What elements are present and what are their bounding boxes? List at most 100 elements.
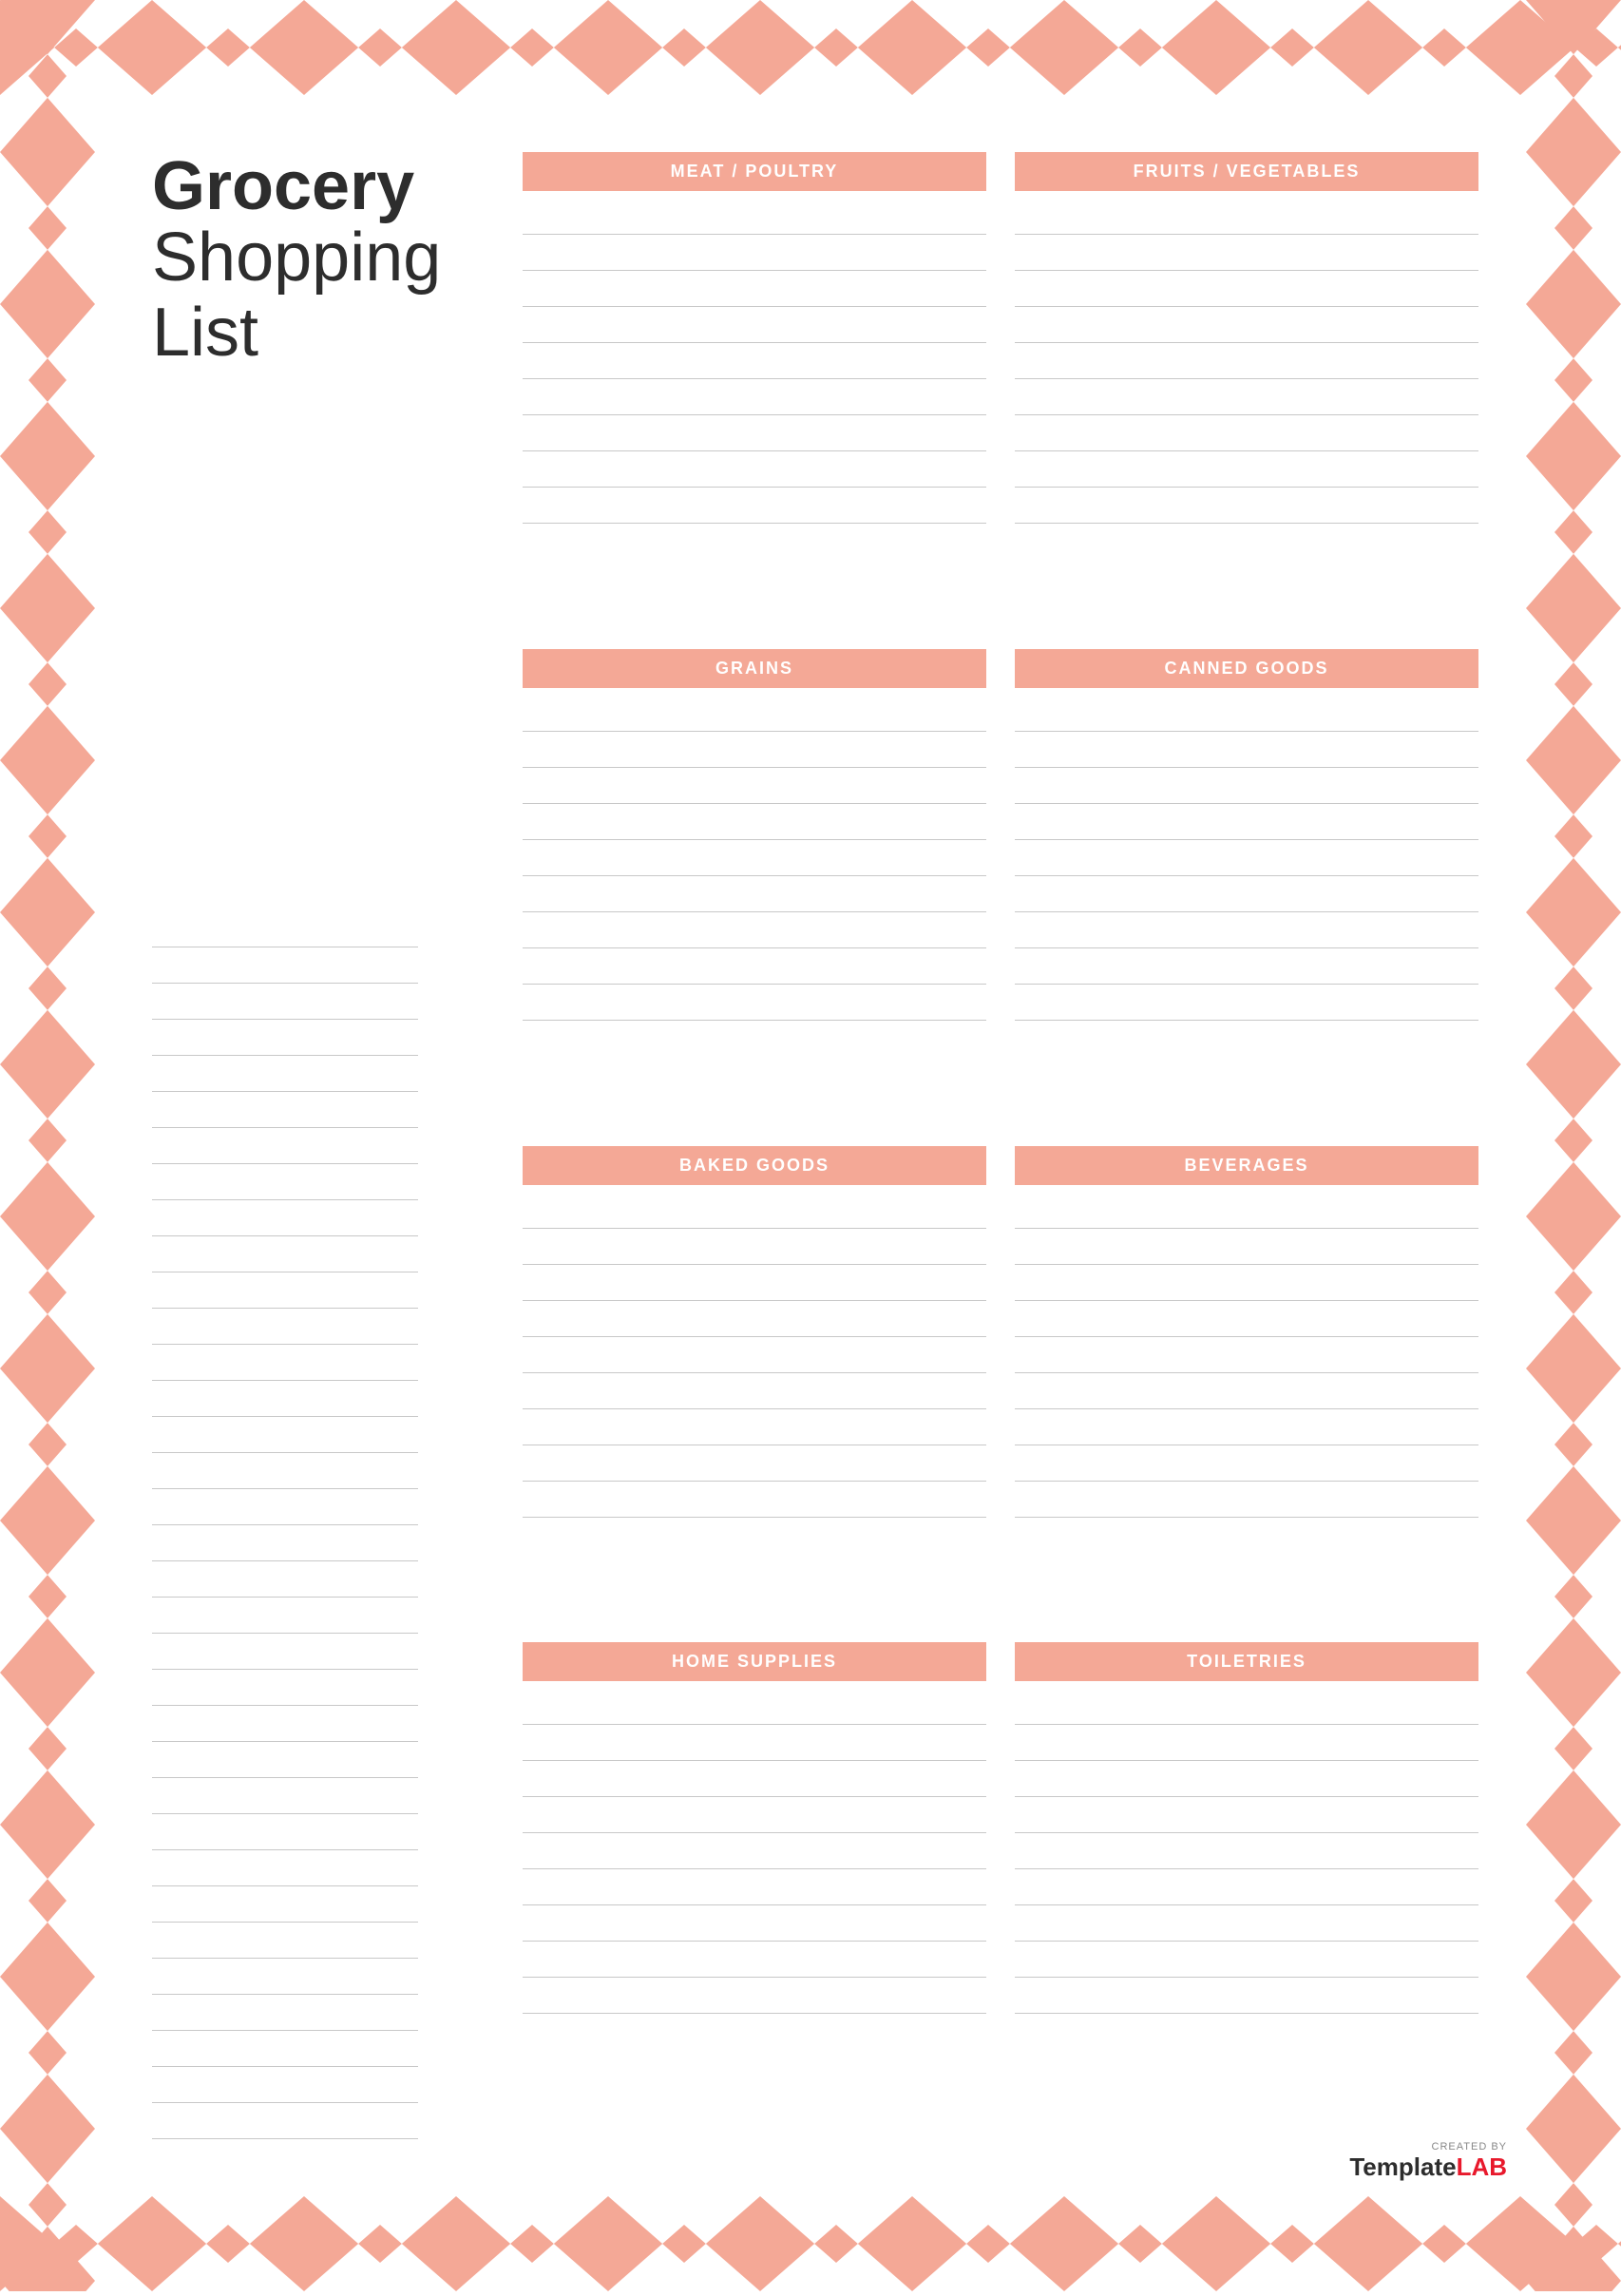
- left-write-line[interactable]: [152, 1850, 418, 1886]
- left-write-line[interactable]: [152, 1164, 418, 1200]
- category-write-line[interactable]: [1015, 1689, 1478, 1725]
- category-write-line[interactable]: [1015, 1337, 1478, 1373]
- category-write-line[interactable]: [523, 840, 986, 876]
- category-write-line[interactable]: [523, 343, 986, 379]
- category-write-line[interactable]: [1015, 379, 1478, 415]
- category-write-line[interactable]: [523, 199, 986, 235]
- left-write-line[interactable]: [152, 1309, 418, 1345]
- category-write-line[interactable]: [1015, 451, 1478, 488]
- category-write-line[interactable]: [1015, 1409, 1478, 1445]
- left-write-line[interactable]: [152, 1128, 418, 1164]
- left-write-line[interactable]: [152, 947, 418, 984]
- category-write-line[interactable]: [1015, 1797, 1478, 1833]
- category-write-line[interactable]: [1015, 804, 1478, 840]
- category-write-line[interactable]: [1015, 876, 1478, 912]
- category-write-line[interactable]: [1015, 1445, 1478, 1482]
- category-write-line[interactable]: [1015, 1905, 1478, 1942]
- category-write-line[interactable]: [523, 732, 986, 768]
- left-write-line[interactable]: [152, 2067, 418, 2103]
- left-write-line[interactable]: [152, 1706, 418, 1742]
- category-write-line[interactable]: [523, 804, 986, 840]
- category-write-line[interactable]: [523, 1761, 986, 1797]
- category-write-line[interactable]: [1015, 1761, 1478, 1797]
- category-write-line[interactable]: [523, 1905, 986, 1942]
- left-write-line[interactable]: [152, 2103, 418, 2139]
- category-write-line[interactable]: [1015, 1978, 1478, 2014]
- left-write-line[interactable]: [152, 1236, 418, 1272]
- left-write-line[interactable]: [152, 911, 418, 947]
- category-write-line[interactable]: [523, 1978, 986, 2014]
- category-write-line[interactable]: [1015, 488, 1478, 524]
- category-write-line[interactable]: [1015, 912, 1478, 948]
- category-write-line[interactable]: [1015, 199, 1478, 235]
- left-write-line[interactable]: [152, 1778, 418, 1814]
- category-write-line[interactable]: [523, 235, 986, 271]
- category-write-line[interactable]: [1015, 1725, 1478, 1761]
- category-write-line[interactable]: [523, 948, 986, 985]
- left-write-line[interactable]: [152, 1417, 418, 1453]
- category-write-line[interactable]: [1015, 271, 1478, 307]
- left-write-line[interactable]: [152, 1272, 418, 1309]
- left-write-line[interactable]: [152, 1345, 418, 1381]
- category-write-line[interactable]: [523, 307, 986, 343]
- category-write-line[interactable]: [1015, 1193, 1478, 1229]
- category-write-line[interactable]: [1015, 1301, 1478, 1337]
- left-write-line[interactable]: [152, 1020, 418, 1056]
- left-write-line[interactable]: [152, 1056, 418, 1092]
- category-write-line[interactable]: [523, 912, 986, 948]
- category-write-line[interactable]: [523, 1869, 986, 1905]
- category-write-line[interactable]: [1015, 732, 1478, 768]
- category-write-line[interactable]: [1015, 985, 1478, 1021]
- category-write-line[interactable]: [523, 1337, 986, 1373]
- category-write-line[interactable]: [1015, 343, 1478, 379]
- category-write-line[interactable]: [523, 1689, 986, 1725]
- category-write-line[interactable]: [523, 1265, 986, 1301]
- left-write-line[interactable]: [152, 1598, 418, 1634]
- category-write-line[interactable]: [523, 488, 986, 524]
- category-write-line[interactable]: [523, 1409, 986, 1445]
- category-write-line[interactable]: [1015, 1869, 1478, 1905]
- left-write-line[interactable]: [152, 1092, 418, 1128]
- left-write-line[interactable]: [152, 1561, 418, 1598]
- left-write-line[interactable]: [152, 2031, 418, 2067]
- category-write-line[interactable]: [523, 271, 986, 307]
- left-write-line[interactable]: [152, 1923, 418, 1959]
- category-write-line[interactable]: [1015, 1833, 1478, 1869]
- left-write-line[interactable]: [152, 1742, 418, 1778]
- left-write-line[interactable]: [152, 1959, 418, 1995]
- category-write-line[interactable]: [523, 379, 986, 415]
- category-write-line[interactable]: [523, 1301, 986, 1337]
- category-write-line[interactable]: [1015, 1373, 1478, 1409]
- category-write-line[interactable]: [1015, 235, 1478, 271]
- left-write-line[interactable]: [152, 1814, 418, 1850]
- left-write-line[interactable]: [152, 1670, 418, 1706]
- category-write-line[interactable]: [523, 1797, 986, 1833]
- category-write-line[interactable]: [1015, 1482, 1478, 1518]
- left-write-line[interactable]: [152, 984, 418, 1020]
- left-write-line[interactable]: [152, 1886, 418, 1923]
- category-write-line[interactable]: [1015, 1265, 1478, 1301]
- category-write-line[interactable]: [523, 1229, 986, 1265]
- left-write-line[interactable]: [152, 1200, 418, 1236]
- category-write-line[interactable]: [523, 1482, 986, 1518]
- left-write-line[interactable]: [152, 1525, 418, 1561]
- category-write-line[interactable]: [523, 1373, 986, 1409]
- category-write-line[interactable]: [523, 876, 986, 912]
- category-write-line[interactable]: [523, 696, 986, 732]
- category-write-line[interactable]: [523, 985, 986, 1021]
- category-write-line[interactable]: [523, 415, 986, 451]
- category-write-line[interactable]: [1015, 1942, 1478, 1978]
- category-write-line[interactable]: [1015, 696, 1478, 732]
- left-write-line[interactable]: [152, 1489, 418, 1525]
- category-write-line[interactable]: [1015, 415, 1478, 451]
- left-write-line[interactable]: [152, 1995, 418, 2031]
- category-write-line[interactable]: [1015, 307, 1478, 343]
- category-write-line[interactable]: [1015, 768, 1478, 804]
- category-write-line[interactable]: [523, 1445, 986, 1482]
- category-write-line[interactable]: [523, 1725, 986, 1761]
- category-write-line[interactable]: [1015, 840, 1478, 876]
- category-write-line[interactable]: [523, 451, 986, 488]
- category-write-line[interactable]: [523, 1193, 986, 1229]
- left-write-line[interactable]: [152, 1381, 418, 1417]
- category-write-line[interactable]: [523, 768, 986, 804]
